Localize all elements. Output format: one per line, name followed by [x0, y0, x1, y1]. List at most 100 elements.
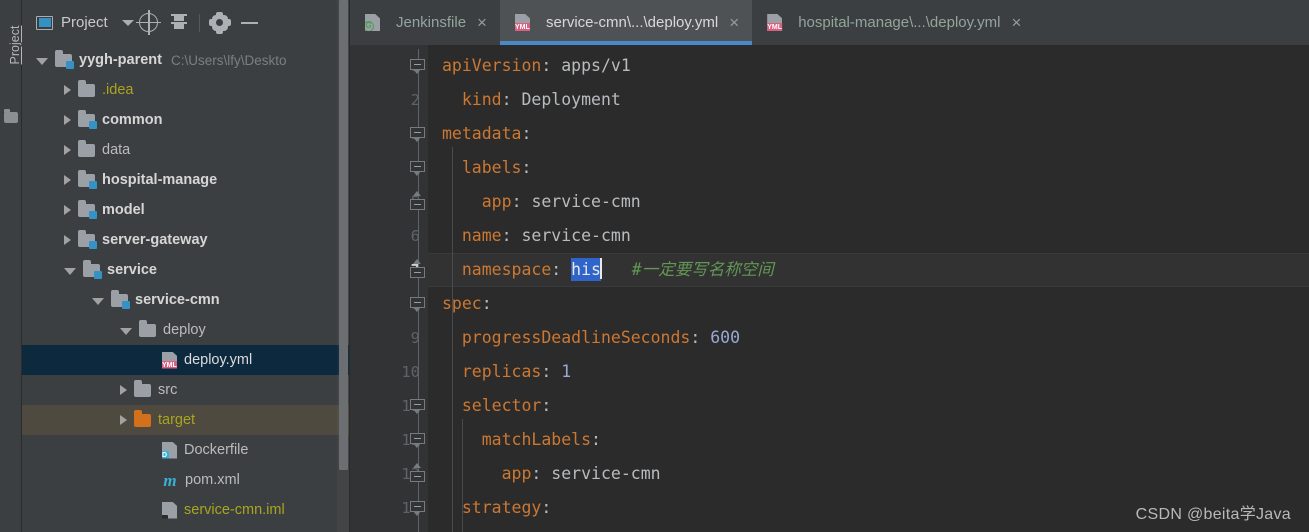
editor-tab[interactable]: YML service-cmn\...\deploy.yml × — [499, 0, 753, 45]
chevron-right-icon[interactable] — [120, 415, 127, 425]
code-line[interactable]: kind: Deployment — [428, 83, 1309, 117]
folder-icon — [134, 380, 151, 397]
tree-row[interactable]: common — [22, 105, 349, 135]
watermark: CSDN @beita学Java — [1135, 506, 1291, 523]
editor-area: G Jenkinsfile × YML service-cmn\...\deploy.y… — [350, 0, 1309, 532]
yaml-colon: : — [501, 226, 512, 245]
tree-row[interactable]: .idea — [22, 75, 349, 105]
close-icon[interactable]: × — [477, 14, 487, 31]
folder-icon — [78, 80, 95, 97]
project-tree[interactable]: yygh-parent C:\Users\lfy\Deskto .idea commo… — [22, 45, 349, 532]
chevron-down-icon[interactable] — [36, 57, 48, 65]
close-icon[interactable]: × — [1012, 14, 1022, 31]
hide-button[interactable] — [235, 8, 265, 38]
fold-markers[interactable] — [408, 49, 428, 532]
chevron-right-icon[interactable] — [120, 385, 127, 395]
gear-icon — [208, 11, 231, 34]
fold-start-icon[interactable] — [410, 161, 425, 176]
yaml-colon: : — [481, 294, 492, 313]
chevron-down-icon[interactable] — [121, 19, 134, 26]
project-title-group[interactable]: Project — [36, 14, 108, 31]
yaml-key: app — [501, 464, 532, 483]
yaml-comment: #一定要写名称空间 — [631, 260, 774, 279]
tree-row[interactable]: service — [22, 255, 349, 285]
docker-file-icon: D — [162, 441, 177, 459]
tree-row[interactable]: YML deploy.yml — [22, 345, 349, 375]
code-line[interactable]: apiVersion: apps/v1 — [428, 49, 1309, 83]
code-line[interactable]: metadata: — [428, 117, 1309, 151]
tree-row[interactable]: yygh-parent C:\Users\lfy\Deskto — [22, 45, 349, 75]
tree-row[interactable]: service-cmn.iml — [22, 495, 349, 525]
folder-icon — [78, 200, 97, 219]
code-line[interactable]: labels: — [428, 151, 1309, 185]
editor-tab-bar[interactable]: G Jenkinsfile × YML service-cmn\...\deploy.y… — [350, 0, 1309, 45]
fold-start-icon[interactable] — [410, 399, 425, 414]
code-content[interactable]: apiVersion: apps/v1 kind: Deployment meta… — [428, 45, 1309, 532]
code-editor[interactable]: 1234567891011121314 apiVersion: apps/v1 … — [350, 45, 1309, 532]
code-line[interactable]: progressDeadlineSeconds: 600 — [428, 321, 1309, 355]
code-line[interactable]: replicas: 1 — [428, 355, 1309, 389]
collapse-all-button[interactable] — [164, 8, 194, 38]
yaml-key: metadata — [442, 124, 522, 143]
code-line[interactable]: namespace: his #一定要写名称空间 — [428, 253, 1309, 287]
chevron-down-icon[interactable] — [64, 267, 76, 275]
tree-row[interactable]: service-cmn — [22, 285, 349, 315]
yaml-colon: : — [551, 260, 562, 279]
tree-row[interactable]: server-gateway — [22, 225, 349, 255]
chevron-down-icon[interactable] — [92, 297, 104, 305]
folder-icon — [78, 230, 97, 249]
fold-start-icon[interactable] — [410, 297, 425, 312]
folder-icon — [139, 320, 156, 337]
yaml-value: service-cmn — [531, 192, 641, 211]
tree-row-label: service-cmn — [135, 292, 220, 308]
fold-end-icon[interactable] — [410, 463, 425, 482]
yaml-value: his — [571, 258, 601, 281]
indent-guide — [462, 419, 463, 532]
tree-row[interactable]: D Dockerfile — [22, 435, 349, 465]
fold-end-icon[interactable] — [410, 259, 425, 278]
tree-row[interactable]: model — [22, 195, 349, 225]
fold-start-icon[interactable] — [410, 433, 425, 448]
tree-row[interactable]: data — [22, 135, 349, 165]
chevron-right-icon[interactable] — [64, 175, 71, 185]
code-line[interactable]: app: service-cmn — [428, 457, 1309, 491]
editor-tab[interactable]: G Jenkinsfile × — [350, 0, 500, 45]
fold-start-icon[interactable] — [410, 501, 425, 516]
project-scrollbar-track[interactable] — [337, 0, 349, 532]
code-line[interactable]: app: service-cmn — [428, 185, 1309, 219]
tree-row[interactable]: src — [22, 375, 349, 405]
fold-start-icon[interactable] — [410, 59, 425, 74]
chevron-right-icon[interactable] — [64, 85, 71, 95]
project-scrollbar-thumb[interactable] — [339, 0, 348, 470]
collapse-all-icon — [170, 13, 188, 32]
chevron-right-icon[interactable] — [64, 115, 71, 125]
tree-row[interactable]: target — [22, 405, 349, 435]
yaml-key: replicas — [461, 362, 542, 381]
text-caret — [599, 258, 602, 279]
yaml-value: service-cmn — [521, 226, 631, 245]
yml-file-icon: YML — [514, 14, 530, 31]
editor-tab[interactable]: YML hospital-manage\...\deploy.yml × — [752, 0, 1034, 45]
yaml-key: name — [461, 226, 502, 245]
code-line[interactable]: spec: — [428, 287, 1309, 321]
chevron-right-icon[interactable] — [64, 205, 71, 215]
locate-button[interactable] — [134, 8, 164, 38]
editor-gutter[interactable]: 1234567891011121314 — [350, 45, 428, 532]
maven-file-icon: m — [163, 470, 177, 490]
tree-row[interactable]: m pom.xml — [22, 465, 349, 495]
project-tool-window: Project yygh-parent C:\Users\lfy\Deskto .i… — [22, 0, 350, 532]
tree-row[interactable]: deploy — [22, 315, 349, 345]
tree-row[interactable]: hospital-manage — [22, 165, 349, 195]
tree-row-label: deploy — [163, 322, 206, 338]
chevron-right-icon[interactable] — [64, 235, 71, 245]
code-line[interactable]: selector: — [428, 389, 1309, 423]
fold-start-icon[interactable] — [410, 127, 425, 142]
code-line[interactable]: matchLabels: — [428, 423, 1309, 457]
fold-end-icon[interactable] — [410, 191, 425, 210]
chevron-right-icon[interactable] — [64, 145, 71, 155]
chevron-down-icon[interactable] — [120, 327, 132, 335]
yaml-colon: : — [541, 498, 552, 517]
close-icon[interactable]: × — [729, 14, 739, 31]
settings-button[interactable] — [205, 8, 235, 38]
code-line[interactable]: name: service-cmn — [428, 219, 1309, 253]
